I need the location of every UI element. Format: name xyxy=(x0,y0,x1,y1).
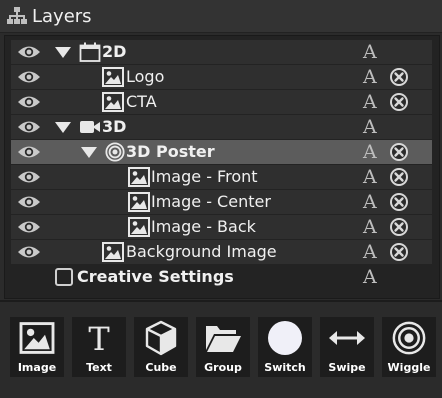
tool-icon-box xyxy=(382,317,436,359)
double-arrow-icon xyxy=(329,331,365,345)
tool-label: Group xyxy=(196,359,250,377)
video-camera-icon xyxy=(80,121,100,133)
lock-a-icon[interactable]: A xyxy=(363,141,377,163)
creative-settings-checkbox[interactable] xyxy=(55,268,73,286)
eye-visibility-icon[interactable] xyxy=(17,244,41,260)
tool-icon-box xyxy=(196,317,250,359)
eye-visibility-icon[interactable] xyxy=(17,194,41,210)
add-group-button[interactable]: Group xyxy=(196,317,250,379)
lock-a-icon[interactable]: A xyxy=(363,91,377,113)
add-cube-button[interactable]: Cube xyxy=(134,317,188,379)
panel-header: Layers xyxy=(0,0,442,33)
eye-visibility-icon[interactable] xyxy=(17,219,41,235)
image-icon xyxy=(128,217,150,237)
layer-row-cta[interactable]: CTA A xyxy=(11,90,432,114)
tool-icon-box: T xyxy=(72,317,126,359)
lock-a-icon[interactable]: A xyxy=(363,216,377,238)
layer-row-bg[interactable]: Background Image A xyxy=(11,240,432,264)
wiggle-target-icon xyxy=(105,142,125,162)
layer-label: 2D xyxy=(102,42,127,61)
image-icon xyxy=(102,92,124,112)
tool-icon-box xyxy=(258,317,312,359)
add-text-button[interactable]: T Text xyxy=(72,317,126,379)
add-swipe-button[interactable]: Swipe xyxy=(320,317,374,379)
layer-label: 3D Poster xyxy=(126,142,215,161)
expand-triangle-icon[interactable] xyxy=(55,122,71,133)
eye-visibility-icon[interactable] xyxy=(17,94,41,110)
panel-title: Layers xyxy=(32,5,92,27)
circle-icon xyxy=(268,321,302,355)
layer-row-back[interactable]: Image - Back A xyxy=(11,215,432,239)
tool-label: Switch xyxy=(258,359,312,377)
tool-icon-box xyxy=(134,317,188,359)
target-icon xyxy=(392,321,426,355)
lock-a-icon[interactable]: A xyxy=(363,66,377,88)
delete-x-icon[interactable] xyxy=(389,142,409,162)
lock-a-icon[interactable]: A xyxy=(363,266,377,288)
layer-row-settings[interactable]: Creative Settings A xyxy=(11,265,432,289)
delete-x-icon[interactable] xyxy=(389,167,409,187)
add-switch-button[interactable]: Switch xyxy=(258,317,312,379)
layer-label: Image - Center xyxy=(151,192,271,211)
layer-label: CTA xyxy=(126,92,157,111)
layer-label: Background Image xyxy=(126,242,277,261)
delete-x-icon[interactable] xyxy=(389,192,409,212)
image-icon xyxy=(102,67,124,87)
layers-hierarchy-icon xyxy=(7,7,27,24)
delete-x-icon[interactable] xyxy=(389,92,409,112)
expand-triangle-icon[interactable] xyxy=(55,47,71,58)
text-t-icon: T xyxy=(88,320,110,356)
eye-visibility-icon[interactable] xyxy=(17,44,41,60)
image-icon xyxy=(128,192,150,212)
tool-label: Cube xyxy=(134,359,188,377)
tool-label: Text xyxy=(72,359,126,377)
eye-visibility-icon[interactable] xyxy=(17,169,41,185)
tool-label: Swipe xyxy=(320,359,374,377)
panel-divider xyxy=(0,300,442,302)
layer-row-2d[interactable]: 2D A xyxy=(11,40,432,64)
add-image-button[interactable]: Image xyxy=(10,317,64,379)
layer-row-center[interactable]: Image - Center A xyxy=(11,190,432,214)
tool-label: Wiggle xyxy=(382,359,436,377)
layer-label: Logo xyxy=(126,67,165,86)
eye-visibility-icon[interactable] xyxy=(17,69,41,85)
eye-visibility-icon[interactable] xyxy=(17,119,41,135)
image-icon xyxy=(128,167,150,187)
lock-a-icon[interactable]: A xyxy=(363,166,377,188)
delete-x-icon[interactable] xyxy=(389,217,409,237)
cube-icon xyxy=(145,320,177,356)
folder-open-icon xyxy=(206,326,241,352)
eye-visibility-icon[interactable] xyxy=(17,144,41,160)
layer-label: 3D xyxy=(102,117,127,136)
delete-x-icon[interactable] xyxy=(389,242,409,262)
layer-row-front[interactable]: Image - Front A xyxy=(11,165,432,189)
calendar-folder-icon xyxy=(79,42,101,62)
expand-triangle-icon[interactable] xyxy=(81,147,97,158)
add-wiggle-button[interactable]: Wiggle xyxy=(382,317,436,379)
layer-label: Image - Back xyxy=(151,217,256,236)
layers-tree: 2D A Logo A CTA A 3D A 3D Poster A Image - Front A I… xyxy=(4,35,440,299)
tool-icon-box xyxy=(320,317,374,359)
image-icon xyxy=(19,322,55,354)
lock-a-icon[interactable]: A xyxy=(363,41,377,63)
layer-label: Creative Settings xyxy=(77,267,234,286)
layer-row-logo[interactable]: Logo A xyxy=(11,65,432,89)
image-icon xyxy=(102,242,124,262)
layer-label: Image - Front xyxy=(151,167,258,186)
layer-row-poster[interactable]: 3D Poster A xyxy=(11,140,432,164)
svg-text:T: T xyxy=(88,320,110,356)
add-layer-toolbar: Image T Text Cube Group Switch Swipe Wiggle xyxy=(0,303,442,398)
lock-a-icon[interactable]: A xyxy=(363,191,377,213)
delete-x-icon[interactable] xyxy=(389,67,409,87)
lock-a-icon[interactable]: A xyxy=(363,241,377,263)
lock-a-icon[interactable]: A xyxy=(363,116,377,138)
tool-label: Image xyxy=(10,359,64,377)
tool-icon-box xyxy=(10,317,64,359)
layer-row-3d[interactable]: 3D A xyxy=(11,115,432,139)
